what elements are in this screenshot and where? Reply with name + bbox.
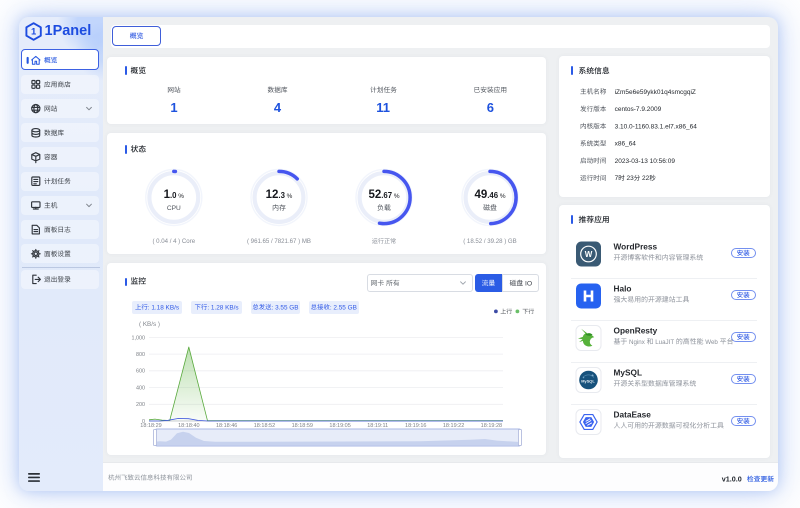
- svg-text:18:19:16: 18:19:16: [405, 423, 426, 429]
- svg-text:49: 49: [474, 189, 487, 201]
- svg-text:3.10.0-1160.83.1.el7.x86_64: 3.10.0-1160.83.1.el7.x86_64: [615, 123, 698, 130]
- svg-text:LuaJIT: LuaJIT: [654, 339, 676, 346]
- svg-text:2023-03-13 10:56:09: 2023-03-13 10:56:09: [615, 158, 676, 165]
- svg-text:centos-7.9.2009: centos-7.9.2009: [615, 106, 662, 113]
- svg-text:( 18.52 / 39.28 ) GB: ( 18.52 / 39.28 ) GB: [463, 238, 517, 245]
- svg-text:CPU: CPU: [167, 205, 181, 212]
- svg-text:: 2.55 GB: : 2.55 GB: [330, 304, 357, 311]
- svg-text:200: 200: [136, 402, 145, 408]
- svg-text:Web: Web: [704, 339, 720, 346]
- svg-text:18:19:22: 18:19:22: [443, 423, 464, 429]
- svg-text:MySQL: MySQL: [614, 367, 643, 377]
- svg-text:%: %: [392, 193, 400, 200]
- svg-text:6: 6: [487, 100, 494, 115]
- svg-text:DataEase: DataEase: [614, 409, 652, 419]
- svg-text:23: 23: [625, 175, 634, 182]
- svg-text:18:19:05: 18:19:05: [329, 423, 350, 429]
- svg-text:1: 1: [31, 26, 37, 37]
- svg-text:7: 7: [615, 175, 619, 182]
- svg-text:400: 400: [136, 385, 145, 391]
- svg-text:.67: .67: [381, 191, 392, 200]
- svg-text:1Panel: 1Panel: [45, 23, 92, 39]
- svg-text:Halo: Halo: [614, 283, 632, 293]
- svg-text:18:18:46: 18:18:46: [216, 423, 237, 429]
- svg-text:%: %: [177, 193, 185, 200]
- svg-text:18:19:11: 18:19:11: [367, 423, 388, 429]
- svg-text:( KB/s ): ( KB/s ): [139, 321, 160, 328]
- svg-text:18:19:28: 18:19:28: [481, 423, 502, 429]
- svg-text:Nginx: Nginx: [627, 339, 646, 346]
- svg-text:.46: .46: [487, 191, 499, 200]
- svg-text:MySQL: MySQL: [581, 379, 595, 384]
- svg-text:v1.0.0: v1.0.0: [722, 475, 742, 484]
- svg-text:x86_64: x86_64: [615, 141, 637, 148]
- svg-text:( 961.65 / 7821.67 ) MB: ( 961.65 / 7821.67 ) MB: [247, 238, 311, 245]
- svg-text:%: %: [285, 193, 293, 200]
- svg-text:4: 4: [274, 100, 282, 115]
- svg-text:11: 11: [376, 100, 390, 115]
- svg-text:: 1.18 KB/s: : 1.18 KB/s: [148, 304, 179, 311]
- svg-text:WordPress: WordPress: [614, 241, 658, 251]
- svg-text:52: 52: [368, 189, 381, 201]
- svg-text:: 1.28 KB/s: : 1.28 KB/s: [207, 304, 238, 311]
- svg-text:OpenResty: OpenResty: [614, 325, 658, 335]
- svg-text:1,000: 1,000: [131, 335, 145, 341]
- svg-text:( 0.04 / 4 ) Core: ( 0.04 / 4 ) Core: [152, 238, 195, 245]
- svg-text:IO: IO: [523, 280, 532, 287]
- svg-text:12: 12: [266, 189, 279, 201]
- svg-text:: 3.55 GB: : 3.55 GB: [272, 304, 299, 311]
- svg-text:22: 22: [640, 175, 649, 182]
- svg-text:18:18:29: 18:18:29: [140, 423, 161, 429]
- svg-text:%: %: [498, 193, 506, 200]
- svg-text:18:18:40: 18:18:40: [178, 423, 199, 429]
- svg-text:18:18:52: 18:18:52: [254, 423, 275, 429]
- svg-text:iZm5e6e59ykk01q4smcgqiZ: iZm5e6e59ykk01q4smcgqiZ: [615, 89, 696, 96]
- svg-text:800: 800: [136, 352, 145, 358]
- svg-text:18:18:59: 18:18:59: [292, 423, 313, 429]
- svg-text:W: W: [585, 250, 593, 259]
- svg-text:1: 1: [170, 100, 177, 115]
- svg-text:600: 600: [136, 369, 145, 375]
